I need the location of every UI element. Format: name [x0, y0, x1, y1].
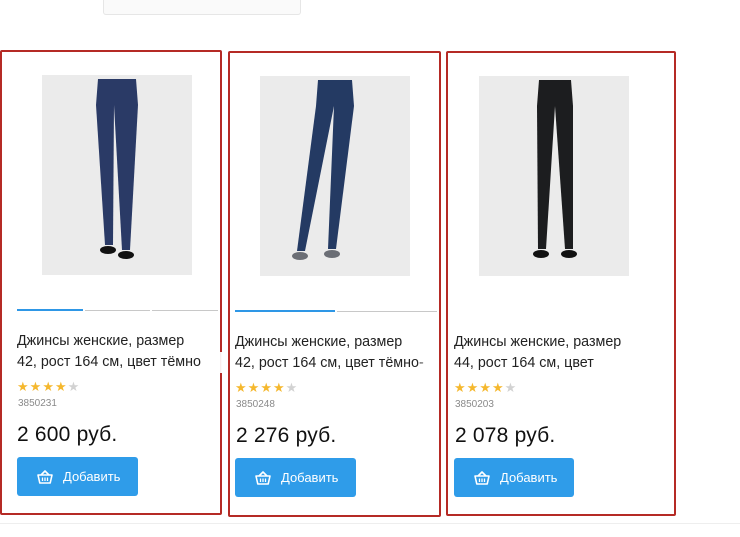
jeans-leg — [96, 105, 114, 245]
shoe — [292, 252, 308, 260]
product-price: 2 078 руб. — [455, 424, 556, 447]
star-icon: ★ — [504, 380, 518, 395]
shoe — [533, 250, 549, 258]
basket-icon — [255, 470, 271, 485]
add-to-cart-label: Добавить — [500, 470, 558, 485]
star-icon: ★ — [247, 380, 261, 395]
star-icon: ★ — [466, 380, 480, 395]
star-icon: ★ — [454, 380, 467, 395]
jeans-leg — [328, 106, 354, 249]
jeans-photo — [96, 79, 138, 259]
star-icon: ★ — [479, 380, 492, 395]
product-image[interactable] — [42, 75, 192, 275]
star-icon: ★ — [272, 380, 286, 395]
product-title-line: 42, рост 164 см, цвет тёмно — [17, 354, 201, 370]
jeans-photo — [292, 80, 354, 260]
product-image[interactable] — [479, 76, 629, 276]
product-sku: 3850248 — [236, 399, 275, 410]
star-icon: ★ — [29, 379, 43, 394]
product-title-line: Джинсы женские, размер — [235, 334, 403, 350]
product-image[interactable] — [260, 76, 410, 276]
title-fade — [417, 353, 435, 374]
search-field-edge[interactable] — [103, 0, 301, 15]
product-price: 2 600 руб. — [17, 423, 118, 446]
star-icon: ★ — [67, 379, 81, 394]
slider-dot[interactable] — [84, 310, 151, 311]
product-title-line: 44, рост 164 см, цвет — [454, 355, 594, 371]
divider — [0, 523, 740, 524]
add-to-cart-button[interactable]: Добавить — [17, 457, 138, 496]
slider-dot[interactable] — [17, 309, 83, 311]
product-sku: 3850231 — [18, 398, 57, 409]
add-to-cart-button[interactable]: Добавить — [235, 458, 356, 497]
star-icon: ★ — [17, 379, 30, 394]
product-card[interactable]: Джинсы женские, размер 44, рост 164 см, … — [446, 51, 676, 516]
add-to-cart-label: Добавить — [281, 470, 339, 485]
jeans-leg — [555, 106, 573, 249]
shoe — [561, 250, 577, 258]
add-to-cart-label: Добавить — [63, 469, 121, 484]
product-title[interactable]: Джинсы женские, размер 44, рост 164 см, … — [454, 332, 659, 376]
shoe — [100, 246, 116, 254]
product-title-line: Джинсы женские, размер — [17, 333, 185, 349]
title-fade — [204, 352, 222, 373]
shoe — [324, 250, 340, 258]
rating-stars: ★★★★★ — [454, 380, 517, 396]
star-icon: ★ — [235, 380, 248, 395]
image-slider-indicator[interactable] — [235, 310, 437, 312]
star-icon: ★ — [42, 379, 55, 394]
slider-dot[interactable] — [152, 310, 219, 311]
product-title[interactable]: Джинсы женские, размер 42, рост 164 см, … — [17, 331, 222, 375]
product-card[interactable]: Джинсы женские, размер 42, рост 164 см, … — [228, 51, 441, 517]
star-icon: ★ — [260, 380, 273, 395]
jeans-photo — [533, 80, 577, 258]
basket-icon — [474, 470, 490, 485]
basket-icon — [37, 469, 53, 484]
slider-dot[interactable] — [235, 310, 335, 312]
image-slider-indicator[interactable] — [17, 309, 219, 311]
star-icon: ★ — [285, 380, 299, 395]
jeans-leg — [297, 106, 334, 251]
product-card[interactable]: Джинсы женские, размер 42, рост 164 см, … — [0, 50, 222, 515]
shoe — [118, 251, 134, 259]
slider-dot[interactable] — [337, 311, 437, 312]
star-icon: ★ — [491, 380, 505, 395]
add-to-cart-button[interactable]: Добавить — [454, 458, 574, 497]
product-title-line: 42, рост 164 см, цвет тёмно- — [235, 355, 424, 371]
product-price: 2 276 руб. — [236, 424, 337, 447]
product-title[interactable]: Джинсы женские, размер 42, рост 164 см, … — [235, 332, 435, 376]
product-title-line: Джинсы женские, размер — [454, 334, 622, 350]
rating-stars: ★★★★★ — [17, 379, 80, 395]
product-sku: 3850203 — [455, 399, 494, 410]
jeans-leg — [114, 105, 138, 250]
jeans-leg — [537, 106, 555, 249]
rating-stars: ★★★★★ — [235, 380, 298, 396]
star-icon: ★ — [54, 379, 68, 394]
